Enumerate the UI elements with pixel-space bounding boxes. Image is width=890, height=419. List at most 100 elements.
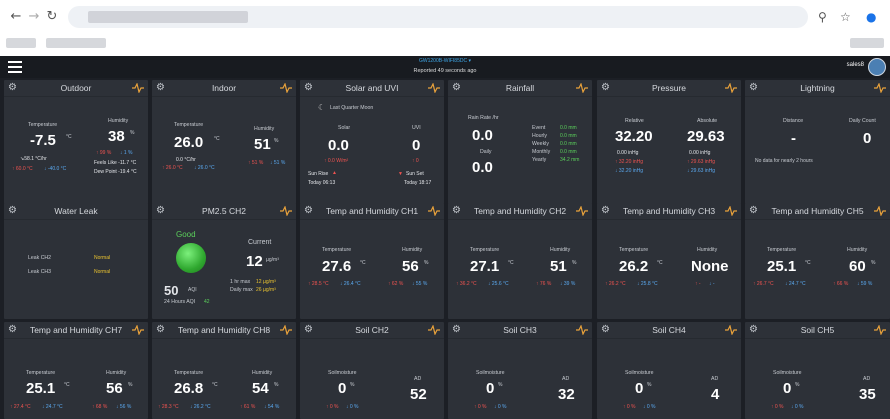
temp-label: Temperature (28, 122, 58, 128)
zoom-icon[interactable]: ⚲ (818, 9, 827, 25)
hum-max: ↑ 66 % (833, 281, 849, 287)
card-th-ch8: ⚙ Temp and Humidity CH8 Temperature 26.8 … (152, 322, 296, 419)
hum-label: Humidity (252, 370, 273, 376)
pulse-icon[interactable] (428, 325, 440, 335)
ad-label: AD (414, 376, 422, 382)
hum-max: ↑ 51 % (248, 160, 264, 166)
card-header: ⚙ Water Leak (4, 203, 148, 220)
back-arrow-icon[interactable]: ← (8, 9, 24, 25)
soil-max: ↑ 0 % (771, 404, 784, 410)
soil-max: ↑ 0 % (623, 404, 636, 410)
rain-row-label: Monthly (532, 149, 551, 155)
daily-count-value: 0 (863, 130, 872, 147)
pulse-icon[interactable] (428, 83, 440, 93)
absolute-rate: 0.00 inHg (689, 150, 711, 156)
hum-max: ↑ 68 % (92, 404, 108, 410)
soil-max: ↑ 0 % (474, 404, 487, 410)
hum-min: ↓ - (709, 281, 715, 287)
card-rainfall: ⚙ Rainfall Rain Rate /hr 0.0 Daily 0.0 Ev… (448, 80, 592, 204)
bookmark-blurred[interactable] (850, 38, 884, 48)
card-soil-ch5: ⚙ Soil CH5 Soilmoisture 0 % AD 35 ↑ 0 % ↓… (745, 322, 890, 419)
pulse-icon[interactable] (576, 83, 588, 93)
hour-max-label: 1 hr max (230, 279, 251, 285)
device-selector[interactable]: GW1200B-WIFI85DC ▾ (0, 58, 890, 64)
pulse-icon[interactable] (874, 206, 886, 216)
pulse-icon[interactable] (280, 206, 292, 216)
pulse-icon[interactable] (576, 325, 588, 335)
soil-value: 0 (486, 380, 495, 397)
card-header: ⚙ Soil CH3 (448, 322, 592, 339)
hum-unit: % (572, 260, 577, 266)
hum-min: ↓ 59 % (857, 281, 873, 287)
pulse-icon[interactable] (576, 206, 588, 216)
reload-icon[interactable]: ↻ (44, 9, 60, 25)
avatar[interactable] (868, 58, 886, 76)
no-data-note: No data for nearly 2 hours (755, 158, 813, 164)
current-label: Current (248, 239, 272, 246)
hum-value: 38 (108, 128, 125, 145)
pulse-icon[interactable] (725, 206, 737, 216)
temp-max: ↑ 28.3 °C (158, 404, 179, 410)
pulse-icon[interactable] (725, 83, 737, 93)
forward-arrow-icon[interactable]: → (26, 9, 42, 25)
absolute-label: Absolute (697, 118, 718, 124)
temp-value: 25.1 (767, 258, 797, 275)
uvi-max: ↑ 0 (412, 158, 419, 164)
dew-point: Dew Point -19.4 °C (94, 169, 137, 175)
ad-value: 52 (410, 386, 427, 403)
moon-phase: Last Quarter Moon (330, 105, 374, 111)
rain-row-label: Weekly (532, 141, 549, 147)
temp-max: ↑ 27.4 °C (10, 404, 31, 410)
current-unit: µg/m³ (266, 257, 279, 263)
temp-label: Temperature (174, 370, 204, 376)
pulse-icon[interactable] (132, 83, 144, 93)
absolute-min: ↓ 29.63 inHg (687, 168, 716, 174)
pulse-icon[interactable] (874, 83, 886, 93)
hum-max: ↑ 61 % (240, 404, 256, 410)
bookmark-blurred[interactable] (46, 38, 106, 48)
temp-value: -7.5 (30, 132, 56, 149)
hum-label: Humidity (254, 126, 275, 132)
hum-unit: % (274, 138, 279, 144)
card-header: ⚙ Soil CH5 (745, 322, 890, 339)
temp-unit: °C (508, 260, 514, 266)
card-title: Outdoor (60, 83, 92, 93)
reported-status: Reported 49 seconds ago (413, 68, 477, 74)
rain-rate-label: Rain Rate /hr (468, 115, 499, 121)
temp-min: ↓ -40.0 °C (44, 166, 67, 172)
uvi-value: 0 (412, 137, 421, 154)
sunrise-time: Today 06:13 (308, 180, 336, 186)
browser-chrome: ← → ↻ ⚲ ☆ ● (0, 0, 890, 56)
bookmark-blurred[interactable] (6, 38, 36, 48)
solar-max: ↑ 0.0 W/m² (324, 158, 349, 164)
pulse-icon[interactable] (280, 83, 292, 93)
solar-label: Solar (338, 125, 351, 131)
star-icon[interactable]: ☆ (840, 9, 851, 25)
pulse-icon[interactable] (280, 325, 292, 335)
profile-icon[interactable]: ● (866, 9, 876, 25)
pulse-icon[interactable] (725, 325, 737, 335)
pulse-icon[interactable] (132, 325, 144, 335)
temp-unit: °C (66, 134, 72, 140)
url-text-blurred (88, 11, 248, 23)
temp-unit: °C (64, 382, 70, 388)
rain-row-value: 34.2 mm (560, 157, 580, 163)
soil-value: 0 (783, 380, 792, 397)
card-indoor: ⚙ Indoor Temperature 26.0 °C Humidity 51 … (152, 80, 296, 204)
pulse-icon[interactable] (428, 206, 440, 216)
hum-min: ↓ 54 % (264, 404, 280, 410)
daily-max-value: 26 µg/m³ (256, 287, 276, 293)
ad-label: AD (711, 376, 719, 382)
device-name: GW1200B-WIFI85DC (419, 58, 468, 64)
temp-min: ↓ 26.4 °C (340, 281, 361, 287)
user-name[interactable]: sales8 (847, 62, 864, 68)
hum-max: ↑ 76 % (536, 281, 552, 287)
hum-min: ↓ 55 % (412, 281, 428, 287)
pulse-icon[interactable] (874, 325, 886, 335)
aqi24-value: 42 (204, 299, 210, 305)
card-header: ⚙ Temp and Humidity CH3 (597, 203, 741, 220)
hum-value: 51 (254, 136, 271, 153)
address-bar[interactable] (68, 6, 808, 28)
soil-value: 0 (338, 380, 347, 397)
soil-label: Soilmoisture (773, 370, 802, 376)
